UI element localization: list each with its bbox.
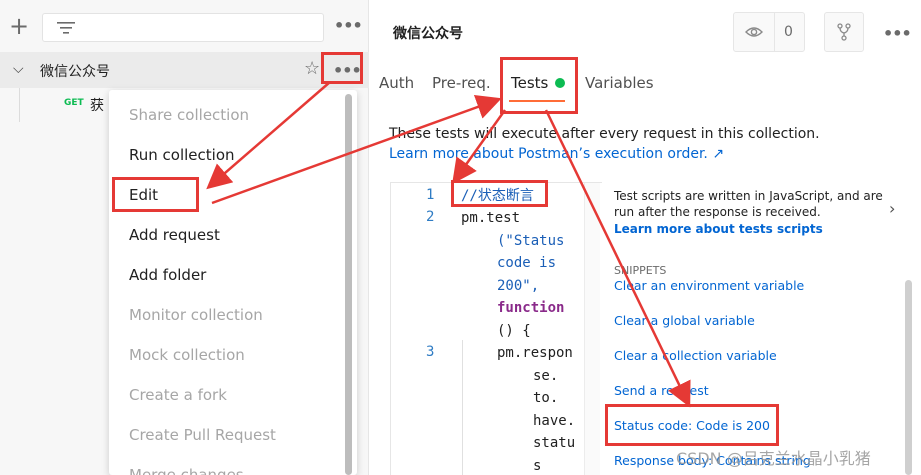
request-name: 获 <box>90 98 104 114</box>
line-number-3: 3 <box>426 344 435 360</box>
sidebar-more-icon[interactable]: ••• <box>334 16 363 35</box>
chevron-right-icon[interactable]: › <box>889 199 895 218</box>
line-number-1: 1 <box>426 187 435 203</box>
execution-order-link[interactable]: Learn more about Postman’s execution ord… <box>389 144 724 164</box>
tests-description: These tests will execute after every req… <box>389 126 820 142</box>
menu-item-share-collection[interactable]: Share collection <box>129 105 249 125</box>
snippet-clear-env-variable[interactable]: Clear an environment variable <box>614 278 804 293</box>
snippet-send-request[interactable]: Send a request <box>614 383 709 398</box>
menu-item-add-request[interactable]: Add request <box>129 225 220 245</box>
code-function-keyword: function <box>497 300 565 316</box>
code-string-3: 200", <box>497 278 540 294</box>
annotation-box-status-snippet <box>605 404 779 446</box>
eye-icon <box>745 27 763 37</box>
sidebar-toolbar: + ••• <box>0 0 369 52</box>
code-chain-3: have. <box>533 413 576 429</box>
filter-icon[interactable] <box>57 21 75 35</box>
filter-input[interactable] <box>42 13 324 42</box>
collection-row[interactable]: ⌵ 微信公众号 ☆ ••• <box>0 52 369 88</box>
watch-button[interactable]: 0 <box>733 12 805 52</box>
line-number-2: 2 <box>426 209 435 225</box>
tests-scripts-link[interactable]: Learn more about tests scripts <box>614 222 823 236</box>
code-parens: () { <box>497 323 531 339</box>
panel-more-icon[interactable]: ••• <box>883 24 912 43</box>
snippet-clear-global-variable[interactable]: Clear a global variable <box>614 313 755 328</box>
star-icon[interactable]: ☆ <box>304 58 320 79</box>
annotation-box-more <box>321 52 363 84</box>
code-chain-4: statu <box>533 435 576 451</box>
snippet-clear-collection-variable[interactable]: Clear a collection variable <box>614 348 777 363</box>
snippets-scrollbar[interactable] <box>905 280 912 475</box>
code-chain-2: to. <box>533 390 559 406</box>
menu-item-create-pull-request[interactable]: Create Pull Request <box>129 425 276 445</box>
code-chain-1: se. <box>533 368 559 384</box>
collection-name: 微信公众号 <box>40 64 110 80</box>
tab-pre-request[interactable]: Pre-req. <box>432 74 491 92</box>
code-response-line: pm.respon <box>497 345 573 361</box>
chevron-down-icon[interactable]: ⌵ <box>13 61 24 77</box>
menu-item-create-fork[interactable]: Create a fork <box>129 385 227 405</box>
watermark: CSDN @吕克兰水晶小乳猪 <box>676 449 871 468</box>
snippets-heading: SNIPPETS <box>614 264 667 277</box>
tab-auth[interactable]: Auth <box>379 74 414 92</box>
code-string-2: code is <box>497 255 557 271</box>
plus-icon[interactable]: + <box>9 12 29 40</box>
snippets-info-text: Test scripts are written in JavaScript, … <box>614 189 883 219</box>
menu-item-merge-changes[interactable]: Merge changes <box>129 465 244 475</box>
collection-context-menu: Share collection Run collection Edit Add… <box>109 90 357 475</box>
watch-count: 0 <box>784 24 793 40</box>
request-method-badge: GET <box>64 98 84 108</box>
menu-item-monitor-collection[interactable]: Monitor collection <box>129 305 263 325</box>
page-title: 微信公众号 <box>393 26 463 42</box>
annotation-box-edit <box>112 177 199 212</box>
annotation-box-tests <box>500 57 578 114</box>
menu-item-add-folder[interactable]: Add folder <box>129 265 206 285</box>
fork-icon <box>837 23 851 41</box>
menu-item-run-collection[interactable]: Run collection <box>129 145 235 165</box>
code-test-call: pm.test <box>461 210 521 226</box>
code-chain-5: s <box>533 458 542 474</box>
menu-scrollbar[interactable] <box>345 94 352 475</box>
watch-divider <box>774 13 775 51</box>
tab-variables[interactable]: Variables <box>585 74 654 92</box>
indent-guide <box>462 340 463 475</box>
fork-button[interactable] <box>824 12 864 52</box>
menu-item-mock-collection[interactable]: Mock collection <box>129 345 245 365</box>
editor-scrollbar[interactable] <box>584 183 600 475</box>
code-string-1: ("Status <box>497 233 565 249</box>
annotation-box-comment <box>451 180 548 207</box>
